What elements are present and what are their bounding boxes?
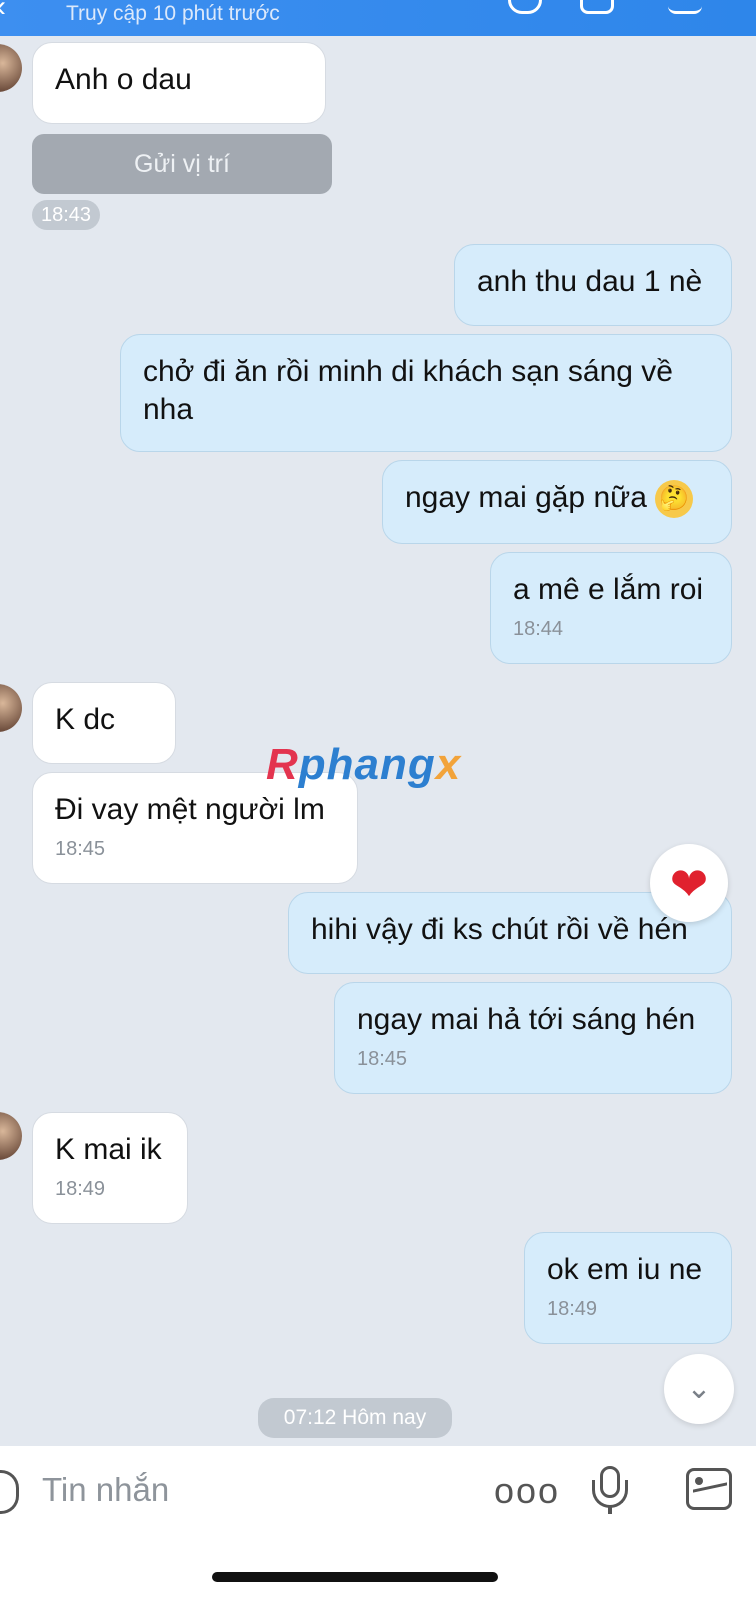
message-outgoing[interactable]: ok em iu ne 18:49 [524,1232,732,1344]
message-incoming[interactable]: Anh o dau [32,42,326,124]
message-input[interactable] [40,1466,444,1514]
avatar[interactable] [0,1112,22,1160]
phone-icon[interactable] [508,0,542,14]
avatar[interactable] [0,684,22,732]
message-time: 18:45 [357,1048,408,1070]
message-incoming[interactable]: K mai ik 18:49 [32,1112,188,1224]
avatar[interactable] [0,44,22,92]
scroll-down-icon[interactable]: ⌄ [664,1354,734,1424]
message-time: 18:45 [55,838,106,860]
back-icon[interactable]: ‹ [0,0,6,24]
message-incoming[interactable]: K dc [32,682,176,764]
date-divider: 07:12 Hôm nay [258,1398,452,1438]
send-location-button[interactable]: Gửi vị trí [32,134,332,194]
chat-header: ‹ Truy cập 10 phút trước [0,0,756,36]
heart-reaction-icon[interactable]: ❤ [650,844,728,922]
message-time: 18:44 [513,618,564,640]
message-time: 18:49 [547,1298,598,1320]
message-outgoing[interactable]: chở đi ăn rồi minh di khách sạn sáng về … [120,334,732,452]
message-outgoing[interactable]: ngay mai gặp nữa 🤔 [382,460,732,544]
message-outgoing[interactable]: ngay mai hả tới sáng hén 18:45 [334,982,732,1094]
menu-icon[interactable] [668,0,702,14]
microphone-icon[interactable] [592,1466,628,1514]
last-seen-status: Truy cập 10 phút trước [66,2,280,25]
timestamp-badge: 18:43 [32,200,100,230]
message-time: 18:49 [55,1178,106,1200]
message-outgoing[interactable]: anh thu dau 1 nè [454,244,732,326]
sticker-icon[interactable] [0,1470,19,1514]
thinking-emoji-icon: 🤔 [655,480,694,519]
more-options-icon[interactable]: ooo [494,1470,560,1512]
watermark-logo: Rphangx [266,740,462,789]
video-icon[interactable] [580,0,614,14]
gallery-icon[interactable] [686,1468,732,1510]
home-indicator [212,1572,498,1582]
message-outgoing[interactable]: a mê e lắm roi 18:44 [490,552,732,664]
